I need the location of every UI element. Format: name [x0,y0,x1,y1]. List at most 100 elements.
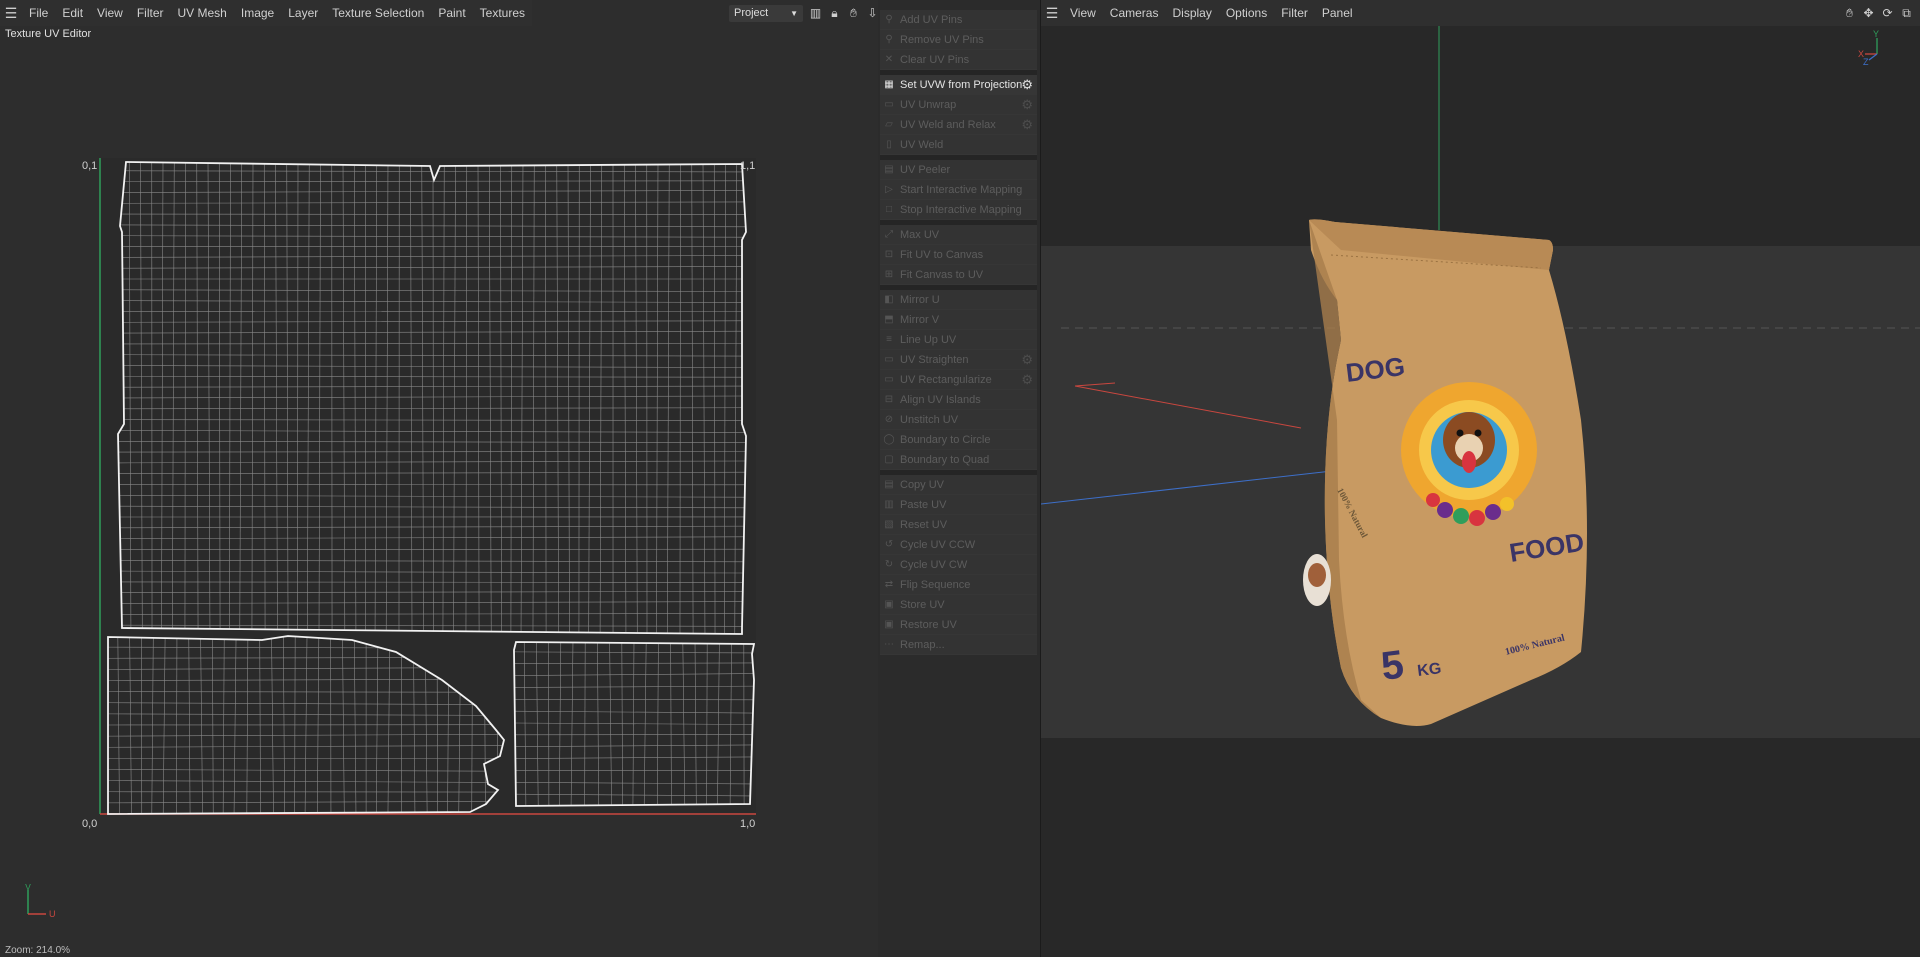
circle-icon: ◯ [883,434,895,445]
store-icon: ▣ [884,599,894,610]
bag-weight-unit: KG [1416,660,1442,680]
cycle-cw-icon: ↻ [884,559,894,570]
menu-item-uv-weld[interactable]: ▯ UV Weld [880,135,1037,155]
menu-item-align-uv-islands[interactable]: ⊟ Align UV Islands [880,390,1037,410]
cycle-ccw-icon: ↺ [884,539,894,550]
menu-item-fit-canvas-to-uv[interactable]: ⊞ Fit Canvas to UV [880,265,1037,285]
menu-item-label: Restore UV [900,618,957,631]
remap-icon: ⋯ [884,639,894,650]
menu-item-store-uv[interactable]: ▣ Store UV [880,595,1037,615]
weld-relax-icon: ▱ [885,119,893,130]
menu-item-label: Unstitch UV [900,413,959,426]
menu-item-uv-rectangularize[interactable]: ▭ UV Rectangularize ⚙ [880,370,1037,390]
quad-icon: ▢ [884,454,894,465]
clear-icon: ✕ [884,54,894,65]
menu-item-uv-straighten[interactable]: ▭ UV Straighten ⚙ [880,350,1037,370]
align-icon: ⊟ [884,394,894,405]
menu-item-mirror-u[interactable]: ◧ Mirror U [880,290,1037,310]
gear-icon[interactable]: ⚙ [1021,77,1033,93]
menu-item-max-uv[interactable]: ⤢ Max UV [880,225,1037,245]
viewport-canvas[interactable]: DOG FOOD 5 KG 100% Natural 100% Natural … [1041,0,1920,957]
menu-item-label: UV Unwrap [900,98,957,111]
menu-item-boundary-to-circle[interactable]: ◯ Boundary to Circle [880,430,1037,450]
corner-label-top-right: 1,1 [740,160,756,172]
menu-item-label: Cycle UV CW [900,558,968,571]
menu-item-restore-uv[interactable]: ▣ Restore UV [880,615,1037,635]
menu-item-paste-uv[interactable]: ▥ Paste UV [880,495,1037,515]
menu-item-flip-sequence[interactable]: ⇄ Flip Sequence [880,575,1037,595]
gear-icon[interactable]: ⚙ [1021,117,1033,133]
menu-item-label: UV Peeler [900,163,951,176]
stop-icon: □ [885,204,893,215]
menu-item-label: Copy UV [900,478,945,491]
menu-item-add-uv-pins[interactable]: ⚲ Add UV Pins [880,10,1037,30]
max-icon: ⤢ [885,229,893,240]
menu-item-label: UV Straighten [900,353,969,366]
app-window: ☰ File Edit View Filter UV Mesh Image Layer Tex… [0,0,1920,957]
reset-icon: ▧ [884,519,894,530]
menu-item-start-interactive-mapping[interactable]: ▷ Start Interactive Mapping [880,180,1037,200]
pin-icon: ⚲ [885,14,893,25]
menu-item-cycle-uv-cw[interactable]: ↻ Cycle UV CW [880,555,1037,575]
straighten-icon: ▭ [884,354,894,365]
menu-item-uv-weld-and-relax[interactable]: ▱ UV Weld and Relax ⚙ [880,115,1037,135]
menu-item-label: UV Rectangularize [900,373,992,386]
menu-item-fit-uv-to-canvas[interactable]: ⊡ Fit UV to Canvas [880,245,1037,265]
weld-icon: ▯ [886,139,892,150]
uv-axis-gizmo: V U [25,884,56,918]
menu-item-label: Mirror U [900,293,940,306]
menu-item-mirror-v[interactable]: ⬒ Mirror V [880,310,1037,330]
menu-item-remove-uv-pins[interactable]: ⚲ Remove UV Pins [880,30,1037,50]
menu-item-label: Line Up UV [900,333,957,346]
gear-icon[interactable]: ⚙ [1021,352,1033,368]
menu-item-line-up-uv[interactable]: ≡ Line Up UV [880,330,1037,350]
menu-item-uv-peeler[interactable]: ▤ UV Peeler [880,160,1037,180]
menu-item-label: Boundary to Quad [900,453,990,466]
gear-icon[interactable]: ⚙ [1021,97,1033,113]
gear-icon[interactable]: ⚙ [1021,372,1033,388]
menu-item-label: Clear UV Pins [900,53,970,66]
mirror-v-icon: ⬒ [884,314,894,325]
menu-item-label: Add UV Pins [900,13,963,26]
menu-item-label: Store UV [900,598,945,611]
menu-item-label: Mirror V [900,313,940,326]
gizmo-y-label: Y [1873,29,1879,39]
menu-item-uv-unwrap[interactable]: ▭ UV Unwrap ⚙ [880,95,1037,115]
restore-icon: ▣ [884,619,894,630]
menu-item-label: Remap... [900,638,945,651]
unstitch-icon: ⊘ [884,414,894,425]
menu-item-label: Paste UV [900,498,947,511]
gizmo-z-label: Z [1863,57,1869,67]
menu-item-label: Max UV [900,228,940,241]
peeler-icon: ▤ [884,164,894,175]
menu-item-clear-uv-pins[interactable]: ✕ Clear UV Pins [880,50,1037,70]
uv-tools-menu: ⚲ Add UV Pins ⚲ Remove UV Pins ✕ Clear UV Pin… [880,10,1037,655]
menu-item-cycle-uv-ccw[interactable]: ↺ Cycle UV CCW [880,535,1037,555]
menu-item-boundary-to-quad[interactable]: ▢ Boundary to Quad [880,450,1037,470]
checker-icon: ▦ [884,79,894,90]
menu-item-label: Reset UV [900,518,948,531]
menu-item-label: UV Weld and Relax [900,118,996,131]
menu-item-remap[interactable]: ⋯ Remap... [880,635,1037,655]
menu-item-unstitch-uv[interactable]: ⊘ Unstitch UV [880,410,1037,430]
menu-item-label: Start Interactive Mapping [900,183,1023,196]
mirror-u-icon: ◧ [884,294,894,305]
menu-item-reset-uv[interactable]: ▧ Reset UV [880,515,1037,535]
menu-item-set-uvw-from-projection[interactable]: ▦ Set UVW from Projection ⚙ [880,75,1037,95]
menu-item-label: Align UV Islands [900,393,981,406]
uv-canvas[interactable] [0,0,878,957]
fit-icon: ⊡ [884,249,894,260]
play-icon: ▷ [885,184,893,195]
gizmo-u-label: U [49,909,56,918]
dog-food-bag [1303,219,1587,727]
menu-item-label: Boundary to Circle [900,433,991,446]
menu-item-stop-interactive-mapping[interactable]: □ Stop Interactive Mapping [880,200,1037,220]
corner-label-top-left: 0,1 [82,160,98,172]
rectangularize-icon: ▭ [884,374,894,385]
menu-item-label: Stop Interactive Mapping [900,203,1022,216]
fit-canvas-icon: ⊞ [884,269,894,280]
gizmo-v-label: V [25,884,31,892]
lineup-icon: ≡ [886,334,892,345]
menu-item-label: UV Weld [900,138,944,151]
menu-item-copy-uv[interactable]: ▤ Copy UV [880,475,1037,495]
